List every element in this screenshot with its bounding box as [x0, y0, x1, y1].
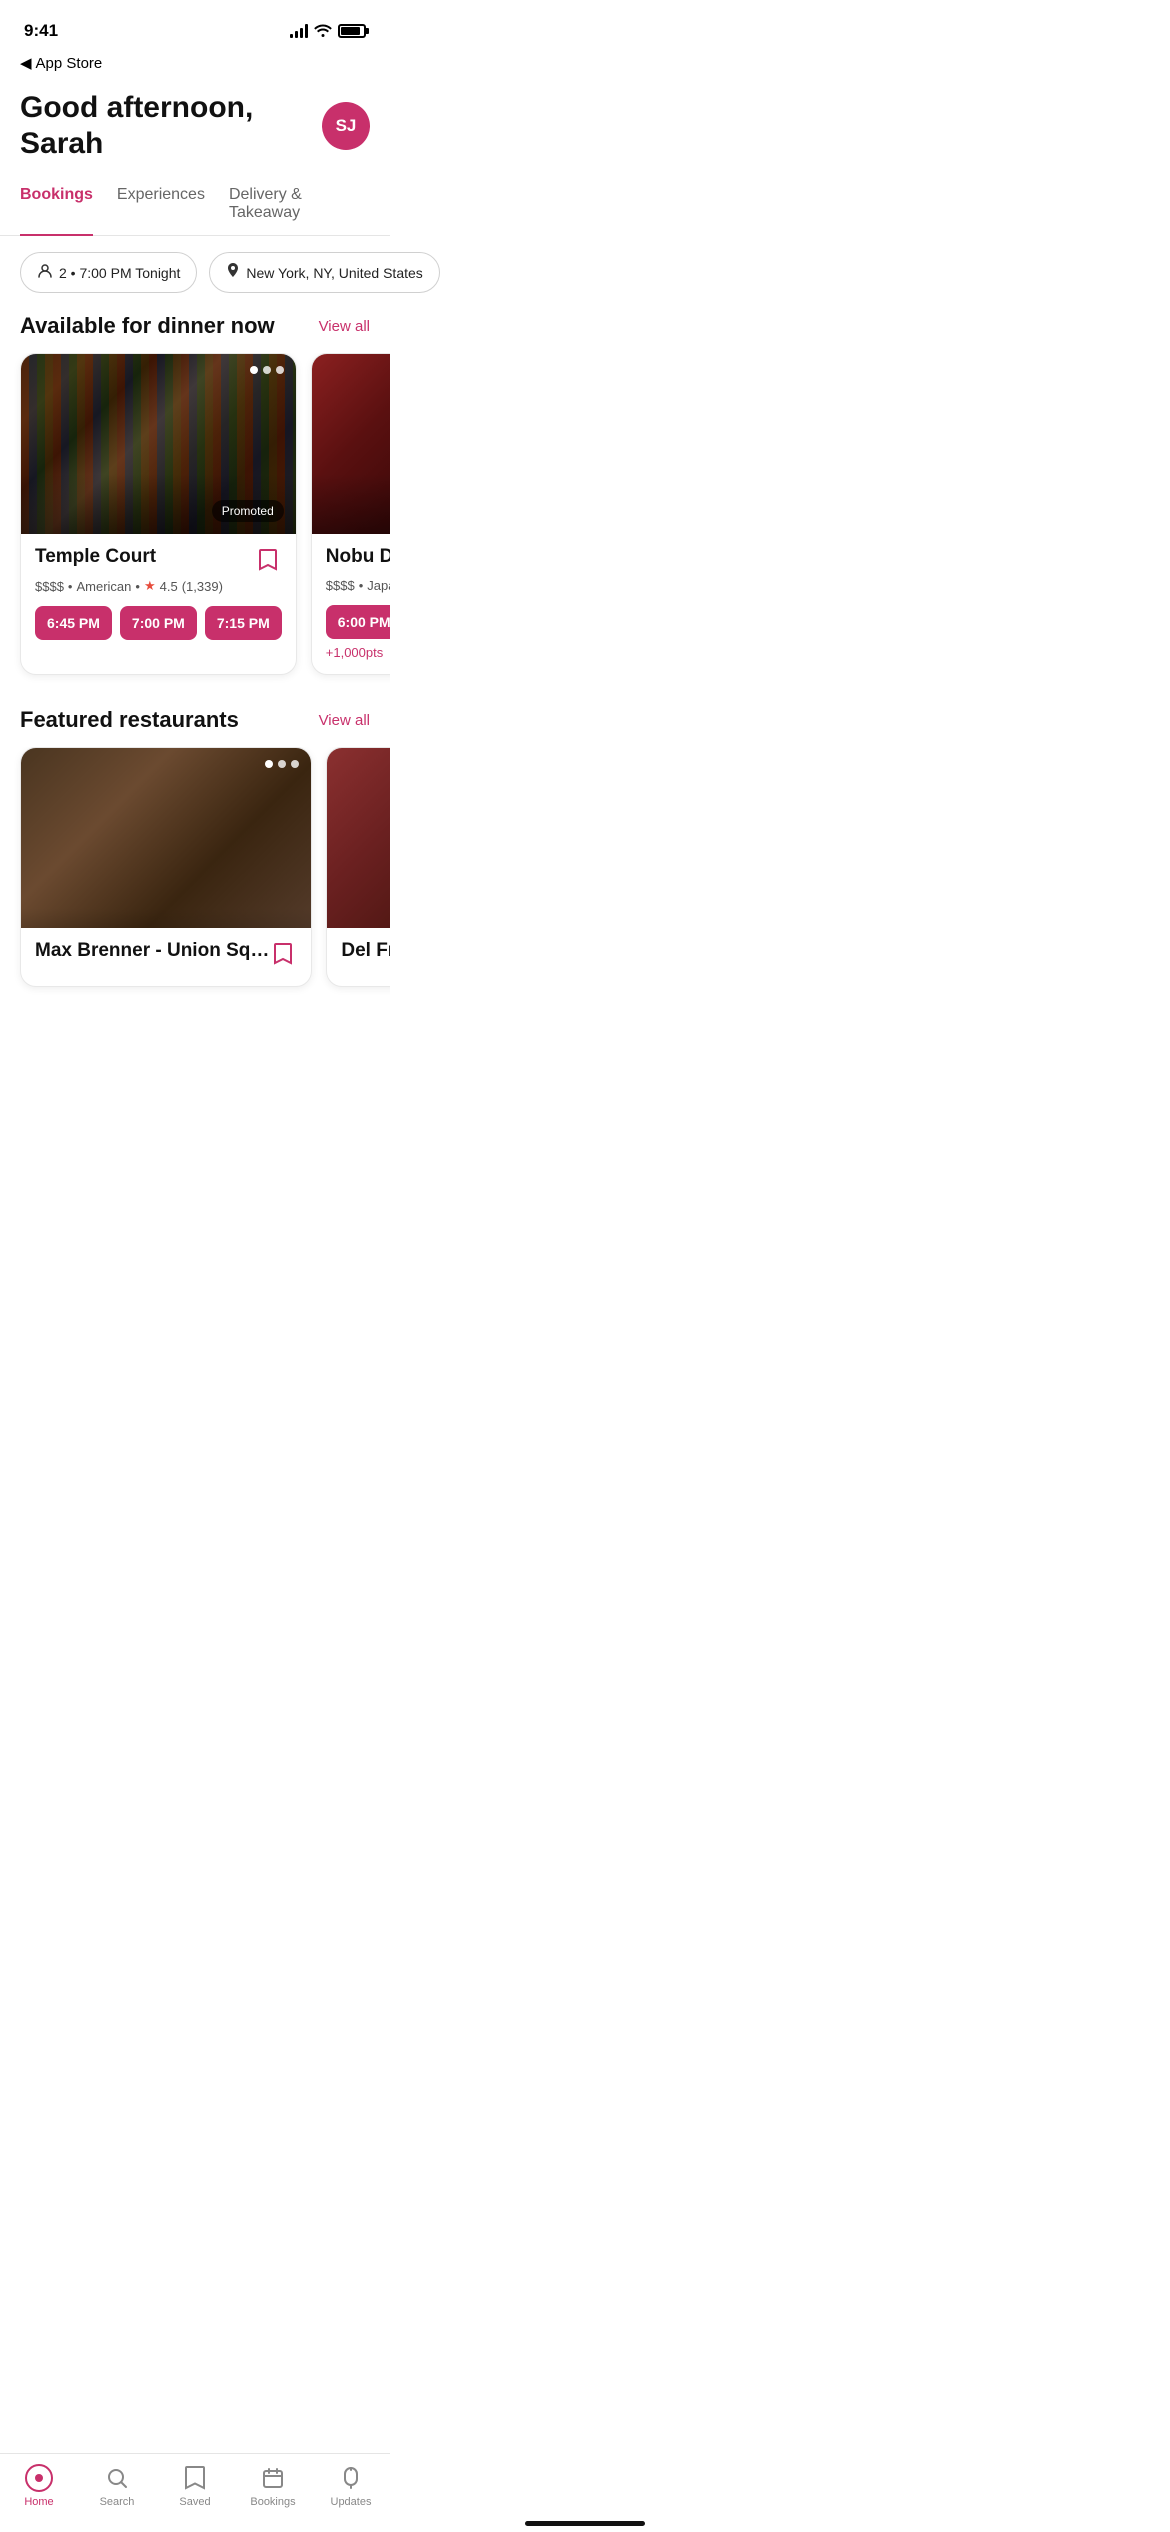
nav-home[interactable]: Home [7, 2464, 71, 2508]
promoted-badge: Promoted [212, 500, 284, 522]
restaurant-name-del: Del Frisco's G… [341, 940, 390, 962]
home-indicator [525, 2521, 645, 2526]
dot-2 [263, 366, 271, 374]
location-icon [226, 263, 240, 282]
available-restaurants-scroll: Promoted Temple Court $$$$ • American • [0, 353, 390, 695]
location-filter-label: New York, NY, United States [246, 265, 422, 281]
dot-1 [265, 760, 273, 768]
nav-search-label: Search [100, 2496, 135, 2508]
nav-updates-label: Updates [331, 2496, 372, 2508]
bookmark-button[interactable] [254, 546, 282, 574]
card-title-row: Temple Court [35, 546, 282, 574]
featured-restaurants-scroll: Max Brenner - Union Sq… [0, 747, 390, 1007]
status-bar: 9:41 [0, 0, 390, 48]
home-icon [25, 2464, 53, 2492]
time-slots: 6:45 PM 7:00 PM 7:15 PM [35, 606, 282, 640]
location-filter[interactable]: New York, NY, United States [209, 252, 439, 293]
status-icons [290, 23, 366, 40]
card-image-max-brenner [21, 748, 311, 928]
card-dots [250, 366, 284, 374]
time-slot-nobu-1[interactable]: 6:00 PM [326, 605, 390, 639]
card-meta: $$$$ • American • ★ 4.5 (1,339) [35, 578, 282, 594]
pts-badge: +1,000pts [326, 645, 390, 660]
dot-3 [291, 760, 299, 768]
status-time: 9:41 [24, 21, 58, 41]
section-featured-title: Featured restaurants [20, 707, 239, 733]
search-icon [103, 2464, 131, 2492]
wifi-icon [314, 23, 332, 40]
cuisine: American [76, 579, 131, 594]
guests-filter[interactable]: 2 • 7:00 PM Tonight [20, 252, 197, 293]
card-image-temple-court: Promoted [21, 354, 296, 534]
tab-delivery[interactable]: Delivery & Takeaway [229, 186, 370, 236]
cuisine-nobu: Japanese [367, 578, 390, 593]
nav-bookings-label: Bookings [250, 2496, 295, 2508]
greeting-text: Good afternoon, Sarah [20, 90, 322, 162]
card-title-row-del: Del Frisco's G… [341, 940, 390, 962]
price-range: $$$$ [35, 579, 64, 594]
bookings-icon [259, 2464, 287, 2492]
restaurant-card-nobu[interactable]: Nobu Downt… $$$$ • Japanese 6:00 PM +1,0… [311, 353, 390, 675]
card-body-max: Max Brenner - Union Sq… [21, 928, 311, 986]
restaurant-card-max-brenner[interactable]: Max Brenner - Union Sq… [20, 747, 312, 987]
card-body-temple-court: Temple Court $$$$ • American • ★ 4.5 (1,… [21, 534, 296, 654]
star-icon: ★ [144, 578, 156, 594]
restaurant-card-del-frisco[interactable]: Del Frisco's G… [326, 747, 390, 987]
section-featured-header: Featured restaurants View all [0, 703, 390, 747]
section-available-header: Available for dinner now View all [0, 309, 390, 353]
time-slot-2[interactable]: 7:00 PM [120, 606, 197, 640]
rating: 4.5 [160, 579, 178, 594]
card-meta-nobu: $$$$ • Japanese [326, 578, 390, 593]
review-count: (1,339) [182, 579, 223, 594]
avatar[interactable]: SJ [322, 102, 370, 150]
section-available-title: Available for dinner now [20, 313, 275, 339]
header: Good afternoon, Sarah SJ [0, 78, 390, 162]
dot-1 [250, 366, 258, 374]
nav-search[interactable]: Search [85, 2464, 149, 2508]
bottom-nav: Home Search Saved Bookings [0, 2453, 390, 2532]
saved-icon [181, 2464, 209, 2492]
restaurant-name: Temple Court [35, 546, 254, 568]
bookmark-button-max[interactable] [269, 940, 297, 968]
time-slot-1[interactable]: 6:45 PM [35, 606, 112, 640]
tab-experiences[interactable]: Experiences [117, 186, 205, 236]
time-slots-nobu: 6:00 PM [326, 605, 390, 639]
guests-icon [37, 263, 53, 282]
nav-saved[interactable]: Saved [163, 2464, 227, 2508]
guests-filter-label: 2 • 7:00 PM Tonight [59, 265, 180, 281]
nav-home-label: Home [24, 2496, 53, 2508]
nav-bookings[interactable]: Bookings [241, 2464, 305, 2508]
tab-bookings[interactable]: Bookings [20, 186, 93, 236]
card-dots-max [265, 760, 299, 768]
battery-icon [338, 24, 366, 38]
card-image-nobu [312, 354, 390, 534]
signal-icon [290, 24, 308, 38]
nav-updates[interactable]: Updates [319, 2464, 383, 2508]
restaurant-name-max: Max Brenner - Union Sq… [35, 940, 269, 962]
main-tabs: Bookings Experiences Delivery & Takeaway [0, 170, 390, 236]
section-featured: Featured restaurants View all Max Brenne… [0, 703, 390, 1007]
back-nav[interactable]: ◀ App Store [0, 48, 390, 78]
card-body-del: Del Frisco's G… [327, 928, 390, 980]
card-title-row-nobu: Nobu Downt… [326, 546, 390, 574]
card-title-row-max: Max Brenner - Union Sq… [35, 940, 297, 968]
card-body-nobu: Nobu Downt… $$$$ • Japanese 6:00 PM +1,0… [312, 534, 390, 674]
updates-icon [337, 2464, 365, 2492]
restaurant-card-temple-court[interactable]: Promoted Temple Court $$$$ • American • [20, 353, 297, 675]
view-all-featured[interactable]: View all [319, 712, 370, 729]
nav-saved-label: Saved [179, 2496, 210, 2508]
time-slot-3[interactable]: 7:15 PM [205, 606, 282, 640]
price-range-nobu: $$$$ [326, 578, 355, 593]
back-label: App Store [36, 55, 103, 72]
card-image-del-frisco [327, 748, 390, 928]
dot-3 [276, 366, 284, 374]
dot-2 [278, 760, 286, 768]
filter-row: 2 • 7:00 PM Tonight New York, NY, United… [0, 236, 390, 309]
restaurant-name-nobu: Nobu Downt… [326, 546, 390, 568]
view-all-available[interactable]: View all [319, 318, 370, 335]
